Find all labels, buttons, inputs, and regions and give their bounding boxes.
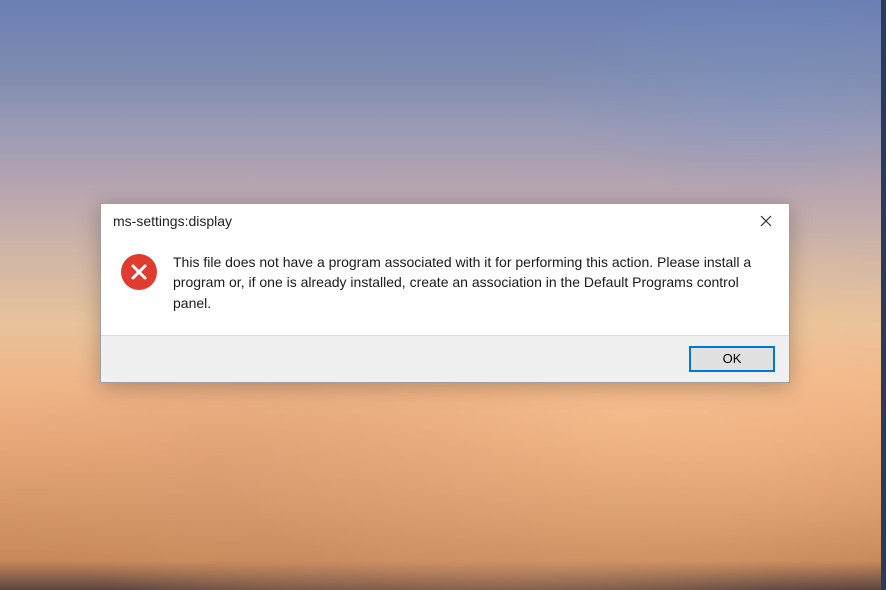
dialog-title: ms-settings:display bbox=[113, 213, 232, 229]
dialog-titlebar: ms-settings:display bbox=[101, 204, 789, 238]
error-icon bbox=[121, 254, 157, 290]
dialog-body: This file does not have a program associ… bbox=[101, 238, 789, 335]
dialog-footer: OK bbox=[101, 335, 789, 382]
error-dialog: ms-settings:display This file does not h… bbox=[100, 203, 790, 383]
close-icon bbox=[760, 215, 772, 227]
close-button[interactable] bbox=[743, 204, 789, 238]
dialog-message: This file does not have a program associ… bbox=[173, 252, 765, 313]
error-x-icon bbox=[121, 254, 157, 290]
ok-button[interactable]: OK bbox=[689, 346, 775, 372]
